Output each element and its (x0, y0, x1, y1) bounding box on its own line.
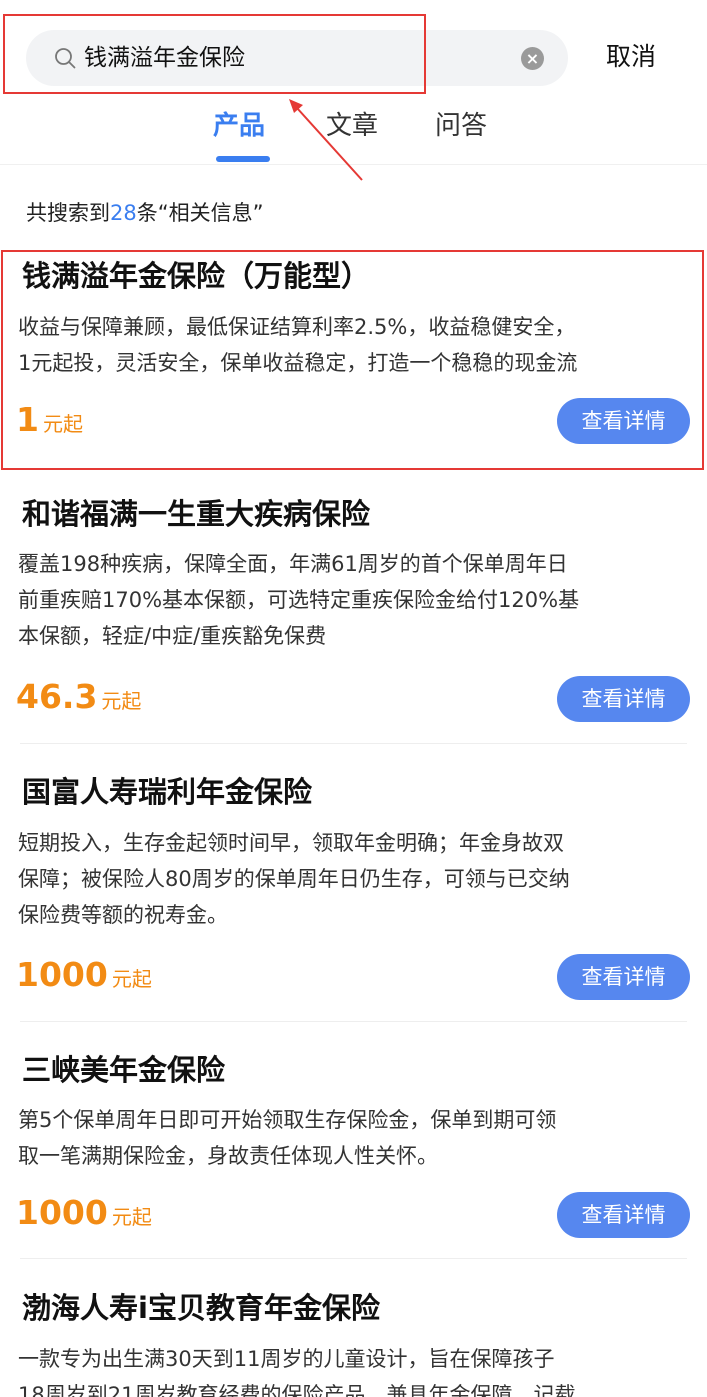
product-description-line: 本保额，轻症/中症/重疾豁免保费 (18, 624, 327, 648)
search-result-summary: 共搜索到28条“相关信息” (26, 198, 264, 228)
price-unit: 元起 (111, 1205, 152, 1229)
view-details-button[interactable]: 查看详情 (557, 1192, 690, 1238)
product-description-line: 取一笔满期保险金，身故责任体现人性关怀。 (18, 1144, 438, 1168)
product-title: 国富人寿瑞利年金保险 (22, 775, 313, 809)
card-divider (20, 743, 687, 744)
product-price: 1000 元起 (16, 955, 152, 994)
tabs-divider (0, 164, 707, 165)
clear-icon[interactable]: × (521, 47, 544, 70)
product-description: 第5个保单周年日即可开始领取生存保险金，保单到期可领 取一笔满期保险金，身故责任… (18, 1102, 694, 1174)
cancel-button[interactable]: 取消 (606, 40, 656, 74)
product-description-line: 前重疾赔170%基本保额，可选特定重疾保险金给付120%基 (18, 588, 580, 612)
view-details-button[interactable]: 查看详情 (557, 954, 690, 1000)
price-value: 46.3 (16, 677, 98, 716)
tab-qa[interactable]: 问答 (435, 108, 487, 144)
product-description-line: 保障；被保险人80周岁的保单周年日仍生存，可领与已交纳 (18, 867, 570, 891)
price-value: 1000 (16, 955, 108, 994)
product-highlight-annotation (1, 250, 704, 470)
summary-prefix: 共搜索到 (26, 201, 110, 225)
product-price: 1000 元起 (16, 1193, 152, 1232)
product-description-line: 短期投入，生存金起领时间早，领取年金明确；年金身故双 (18, 831, 564, 855)
view-details-button[interactable]: 查看详情 (557, 676, 690, 722)
search-highlight-annotation (3, 14, 426, 94)
card-divider (20, 1258, 687, 1259)
tab-articles[interactable]: 文章 (326, 108, 378, 144)
price-unit: 元起 (111, 967, 152, 991)
summary-suffix: 条“相关信息” (136, 201, 264, 225)
result-count: 28 (110, 201, 137, 225)
product-description: 短期投入，生存金起领时间早，领取年金明确；年金身故双 保障；被保险人80周岁的保… (18, 825, 694, 933)
product-description-line: 覆盖198种疾病，保障全面，年满61周岁的首个保单周年日 (18, 552, 568, 576)
product-description: 一款专为出生满30天到11周岁的儿童设计，旨在保障孩子 18周岁到21周岁教育经… (18, 1341, 694, 1397)
product-description-line: 18周岁到21周岁教育经费的保险产品，兼具年金保障、记载 (18, 1383, 576, 1397)
price-value: 1000 (16, 1193, 108, 1232)
active-tab-indicator (216, 156, 270, 162)
product-title: 三峡美年金保险 (22, 1053, 226, 1087)
product-description-line: 保险费等额的祝寿金。 (18, 903, 228, 927)
product-description-line: 第5个保单周年日即可开始领取生存保险金，保单到期可领 (18, 1108, 557, 1132)
price-unit: 元起 (101, 689, 142, 713)
tab-products[interactable]: 产品 (213, 108, 265, 144)
product-price: 46.3 元起 (16, 677, 141, 716)
product-title: 渤海人寿i宝贝教育年金保险 (22, 1291, 380, 1325)
product-description-line: 一款专为出生满30天到11周岁的儿童设计，旨在保障孩子 (18, 1347, 555, 1371)
product-description: 覆盖198种疾病，保障全面，年满61周岁的首个保单周年日 前重疾赔170%基本保… (18, 546, 694, 654)
card-divider (20, 1021, 687, 1022)
product-title: 和谐福满一生重大疾病保险 (22, 497, 371, 531)
